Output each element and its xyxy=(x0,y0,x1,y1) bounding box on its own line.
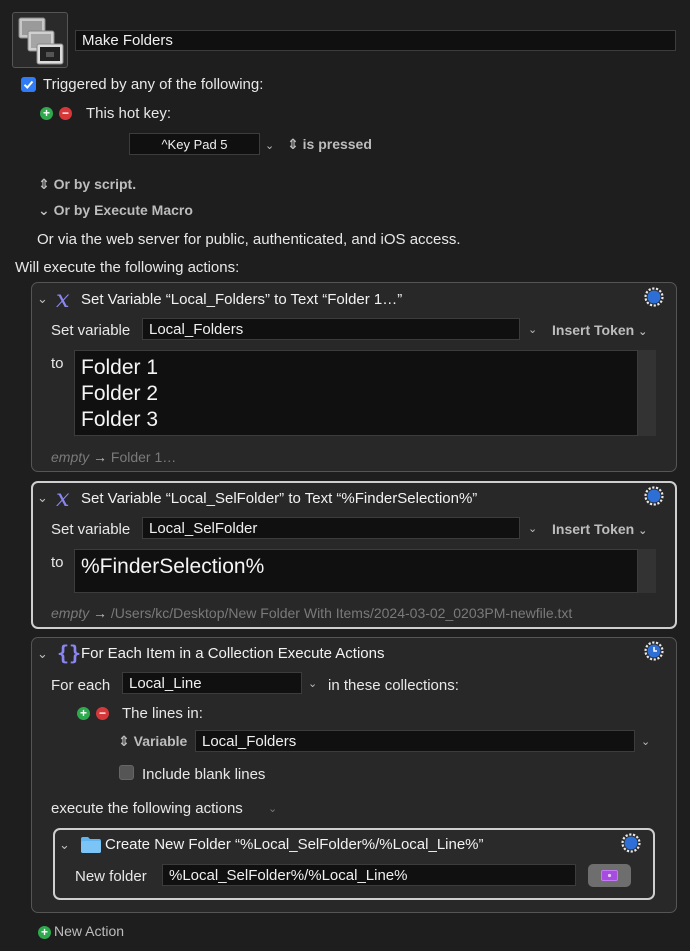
text-area-scrollbar[interactable] xyxy=(638,549,656,593)
variable-x-icon: 𝑥 xyxy=(56,484,70,512)
set-variable-label: Set variable xyxy=(51,322,131,339)
lines-in-label: The lines in: xyxy=(122,705,203,722)
gear-icon[interactable] xyxy=(621,833,641,853)
triggered-checkbox[interactable] xyxy=(21,77,36,92)
hotkey-state-label: is pressed xyxy=(302,136,372,152)
insert-token-label: Insert Token xyxy=(552,322,635,338)
execute-chevron-down-icon[interactable]: ⌄ xyxy=(268,802,277,815)
result-value: Folder 1… xyxy=(110,449,177,465)
add-trigger-icon[interactable]: + xyxy=(40,107,53,120)
result-preview: empty → /Users/kc/Desktop/New Folder Wit… xyxy=(51,605,572,621)
include-blank-checkbox[interactable] xyxy=(119,765,134,780)
variable-chevron-down-icon[interactable]: ⌄ xyxy=(528,522,537,535)
hotkey-label: This hot key: xyxy=(86,105,172,122)
remove-collection-icon[interactable]: − xyxy=(96,707,109,720)
set-variable-label: Set variable xyxy=(51,521,131,538)
checkmark-icon xyxy=(23,80,34,89)
hotkey-chevron-down-icon[interactable]: ⌄ xyxy=(265,139,274,152)
collapse-chevron-icon[interactable]: ⌄ xyxy=(37,490,48,506)
hotkey-state-popup[interactable]: ⇕ is pressed xyxy=(287,136,372,153)
action-set-variable-selfolder[interactable]: ⌄ 𝑥 Set Variable “Local_SelFolder” to Te… xyxy=(31,481,677,629)
purple-folder-icon xyxy=(601,870,618,881)
updown-chevron-icon: ⇕ xyxy=(287,136,299,152)
updown-chevron-icon: ⇕ xyxy=(38,176,50,192)
action-title: For Each Item in a Collection Execute Ac… xyxy=(81,645,385,662)
collapse-chevron-icon[interactable]: ⌄ xyxy=(37,291,48,307)
braces-icon: {} xyxy=(57,641,82,665)
variable-chevron-down-icon[interactable]: ⌄ xyxy=(528,323,537,336)
macro-icon[interactable] xyxy=(12,12,68,68)
updown-chevron-icon: ⇕ xyxy=(118,733,130,749)
gear-icon[interactable] xyxy=(644,486,664,506)
macro-name-field[interactable]: Make Folders xyxy=(75,30,676,51)
to-label: to xyxy=(51,355,64,372)
hotkey-field[interactable]: ^Key Pad 5 xyxy=(129,133,260,155)
text-line: %FinderSelection% xyxy=(81,555,265,578)
folder-icon xyxy=(81,837,101,853)
in-collections-label: in these collections: xyxy=(328,677,459,694)
action-title: Set Variable “Local_SelFolder” to Text “… xyxy=(81,490,478,507)
or-by-script[interactable]: ⇕ Or by script. xyxy=(38,176,136,193)
action-set-variable-folders[interactable]: ⌄ 𝑥 Set Variable “Local_Folders” to Text… xyxy=(31,282,677,472)
result-value: /Users/kc/Desktop/New Folder With Items/… xyxy=(110,605,573,621)
text-line: Folder 1 xyxy=(81,356,159,379)
chevron-down-icon: ⌄ xyxy=(38,202,50,218)
for-each-chevron-down-icon[interactable]: ⌄ xyxy=(308,677,317,690)
variable-name-field[interactable]: Local_Folders xyxy=(142,318,520,340)
add-collection-icon[interactable]: + xyxy=(77,707,90,720)
to-label: to xyxy=(51,554,64,571)
chevron-down-icon: ⌄ xyxy=(638,525,648,537)
result-preview: empty → Folder 1… xyxy=(51,449,176,465)
web-server-text: Or via the web server for public, authen… xyxy=(37,231,461,248)
collection-variable-field[interactable]: Local_Folders xyxy=(195,730,635,752)
new-action-icon[interactable]: + xyxy=(38,926,51,939)
collection-type-label: Variable xyxy=(133,733,188,749)
action-title: Set Variable “Local_Folders” to Text “Fo… xyxy=(81,291,403,308)
trigger-header: Triggered by any of the following: xyxy=(43,76,264,93)
collapse-chevron-icon[interactable]: ⌄ xyxy=(59,837,70,853)
insert-token-button[interactable]: Insert Token ⌄ xyxy=(552,521,647,537)
gear-clock-icon[interactable] xyxy=(644,641,664,661)
new-folder-path-field[interactable]: %Local_SelFolder%/%Local_Line% xyxy=(162,864,576,886)
collection-chevron-down-icon[interactable]: ⌄ xyxy=(641,735,650,748)
text-value-area[interactable]: %FinderSelection% xyxy=(74,549,638,593)
insert-token-button[interactable]: Insert Token ⌄ xyxy=(552,322,647,338)
remove-trigger-icon[interactable]: − xyxy=(59,107,72,120)
or-by-execute-macro[interactable]: ⌄ Or by Execute Macro xyxy=(38,202,193,219)
arrow-right-icon: → xyxy=(93,605,108,621)
arrow-right-icon: → xyxy=(93,449,108,465)
macro-group-icon xyxy=(18,17,64,65)
result-prefix: empty xyxy=(51,449,90,465)
collection-type-popup[interactable]: ⇕ Variable xyxy=(118,733,187,750)
collapse-chevron-icon[interactable]: ⌄ xyxy=(37,646,48,662)
variable-name-field[interactable]: Local_SelFolder xyxy=(142,517,520,539)
result-prefix: empty xyxy=(51,605,90,621)
text-value-area[interactable]: Folder 1 Folder 2 Folder 3 xyxy=(74,350,638,436)
variable-x-icon: 𝑥 xyxy=(56,285,70,313)
new-folder-label: New folder xyxy=(75,868,147,885)
sub-action-title: Create New Folder “%Local_SelFolder%/%Lo… xyxy=(105,836,484,853)
text-line: Folder 2 xyxy=(81,382,159,405)
or-by-script-label: Or by script. xyxy=(53,176,137,192)
folder-picker-button[interactable] xyxy=(588,864,631,887)
action-for-each[interactable]: ⌄ {} For Each Item in a Collection Execu… xyxy=(31,637,677,913)
for-each-variable-field[interactable]: Local_Line xyxy=(122,672,302,694)
chevron-down-icon: ⌄ xyxy=(638,326,648,338)
or-by-execute-label: Or by Execute Macro xyxy=(53,202,193,218)
new-action-button[interactable]: New Action xyxy=(54,923,124,939)
for-each-label: For each xyxy=(51,677,111,694)
action-create-folder[interactable]: ⌄ Create New Folder “%Local_SelFolder%/%… xyxy=(53,828,655,900)
text-line: Folder 3 xyxy=(81,408,159,431)
include-blank-label: Include blank lines xyxy=(142,766,266,783)
insert-token-label: Insert Token xyxy=(552,521,635,537)
text-area-scrollbar[interactable] xyxy=(638,350,656,436)
gear-icon[interactable] xyxy=(644,287,664,307)
will-execute-header: Will execute the following actions: xyxy=(15,259,240,276)
execute-label: execute the following actions xyxy=(51,800,243,817)
